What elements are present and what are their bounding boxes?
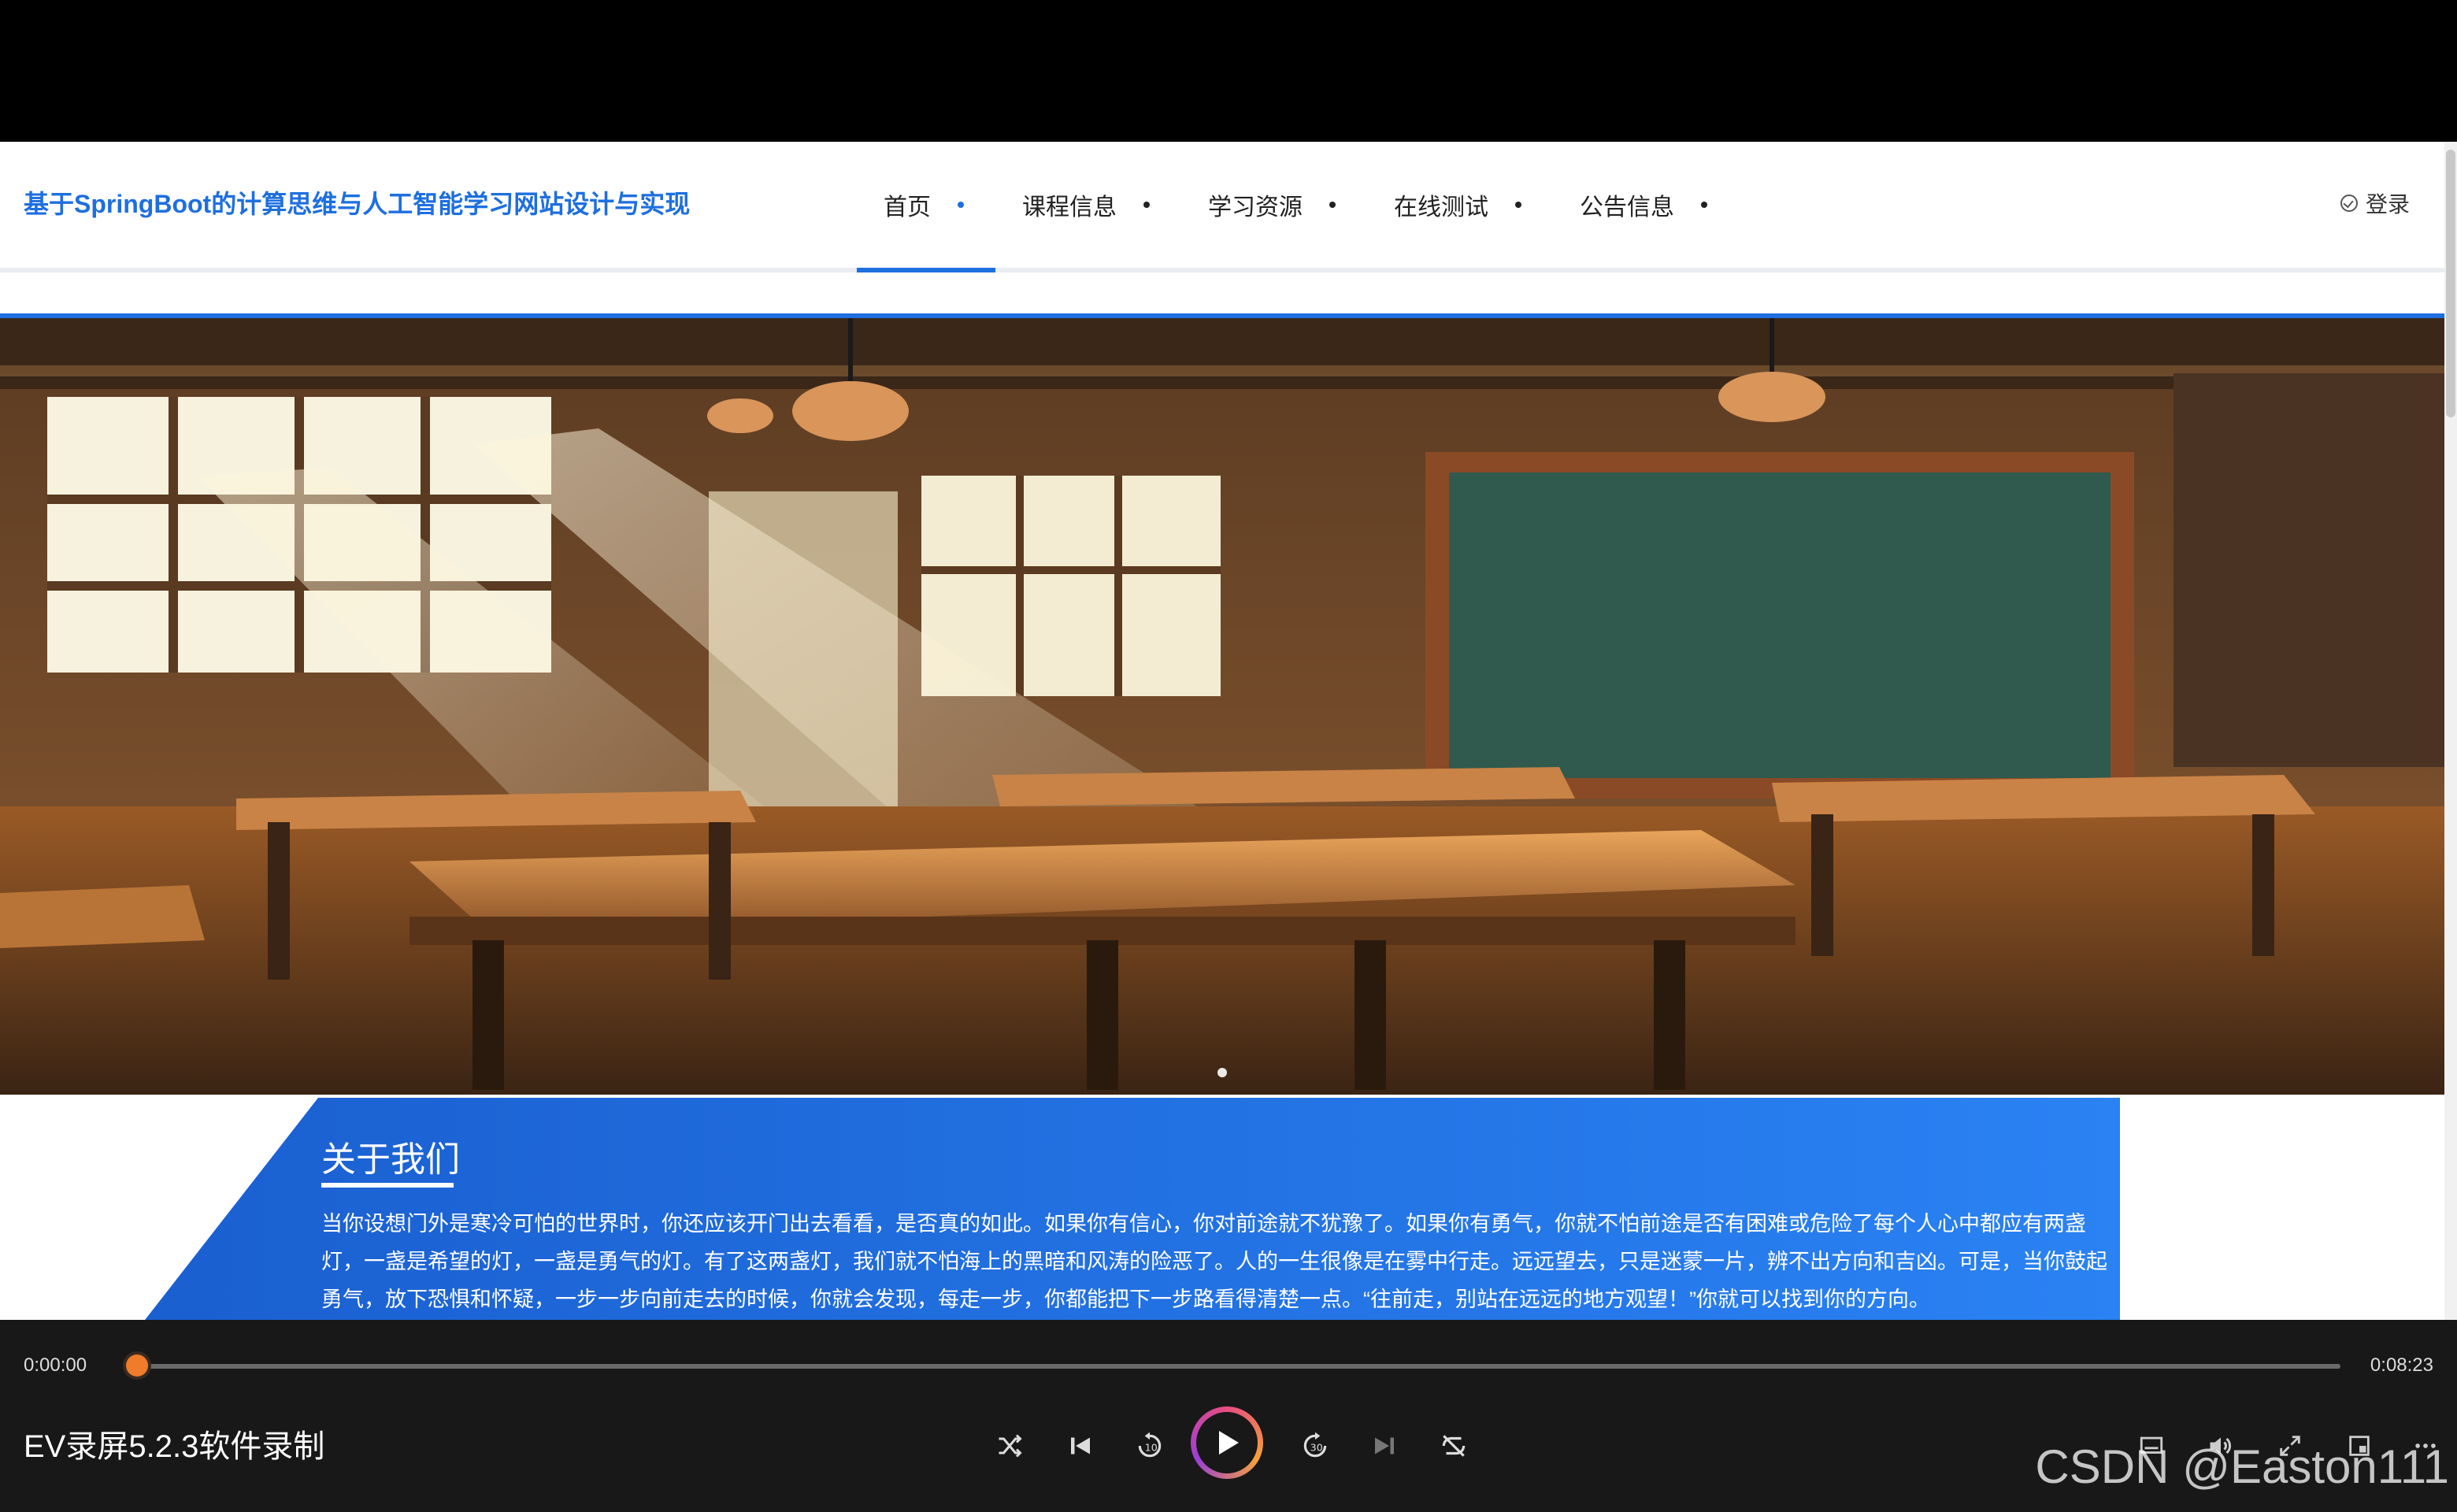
play-icon [1219, 1431, 1239, 1455]
menu-item-label: 学习资源 [1208, 195, 1303, 220]
menu-item-label: 公告信息 [1580, 195, 1674, 220]
progress-knob[interactable] [126, 1354, 148, 1377]
current-time: 0:00:00 [24, 1354, 87, 1376]
next-icon[interactable] [1369, 1430, 1400, 1462]
shuffle-icon[interactable] [994, 1430, 1025, 1462]
main-menu: 首页 课程信息 学习资源 在线测试 公告信息 [857, 142, 1739, 272]
scrollbar-thumb[interactable] [2446, 150, 2455, 417]
site-navbar: 基于SpringBoot的计算思维与人工智能学习网站设计与实现 首页 课程信息 … [0, 142, 2457, 272]
website-viewport: 基于SpringBoot的计算思维与人工智能学习网站设计与实现 首页 课程信息 … [0, 142, 2457, 1320]
menu-dot-icon [1329, 202, 1336, 208]
svg-text:30: 30 [1310, 1441, 1323, 1453]
hero-banner-classroom-image [0, 313, 2444, 1095]
login-button[interactable]: 登录 [2340, 187, 2410, 219]
menu-item-label: 首页 [884, 195, 931, 220]
classroom-illustration [0, 318, 2444, 1095]
menu-dot-icon [958, 202, 964, 208]
site-title: 基于SpringBoot的计算思维与人工智能学习网站设计与实现 [24, 190, 691, 218]
page-scrollbar[interactable] [2444, 142, 2457, 1320]
about-title: 关于我们 [321, 1140, 460, 1179]
rewind-10-icon[interactable]: 10 [1134, 1430, 1166, 1462]
menu-item-label: 课程信息 [1022, 195, 1117, 220]
menu-item-label: 在线测试 [1394, 195, 1488, 220]
total-time: 0:08:23 [2370, 1354, 2433, 1376]
forward-30-icon[interactable]: 30 [1299, 1430, 1331, 1462]
menu-dot-icon [1515, 202, 1521, 208]
menu-item-announcements[interactable]: 公告信息 [1553, 142, 1739, 268]
previous-icon[interactable] [1065, 1430, 1096, 1462]
play-button-inner [1196, 1412, 1258, 1473]
progress-track[interactable] [135, 1364, 2340, 1369]
watermark: CSDN @Easton111 [2035, 1440, 2449, 1493]
menu-item-courses[interactable]: 课程信息 [995, 142, 1181, 268]
check-circle-icon [2340, 195, 2358, 212]
repeat-off-icon[interactable] [1438, 1430, 1469, 1462]
menu-dot-icon [1701, 202, 1707, 208]
svg-text:10: 10 [1145, 1441, 1158, 1453]
top-black-bar [0, 0, 2457, 142]
menu-item-home[interactable]: 首页 [857, 142, 995, 272]
login-label: 登录 [2365, 192, 2410, 217]
about-text: 当你设想门外是寒冷可怕的世界时，你还应该开门出去看看，是否真的如此。如果你有信心… [321, 1212, 2107, 1311]
about-us-section: 关于我们 当你设想门外是寒冷可怕的世界时，你还应该开门出去看看，是否真的如此。如… [0, 1098, 2444, 1320]
recording-label: EV录屏5.2.3软件录制 [24, 1429, 325, 1464]
video-player-controls: 0:00:00 0:08:23 EV录屏5.2.3软件录制 10 30 CSDN… [0, 1320, 2457, 1512]
menu-dot-icon [1143, 202, 1150, 208]
menu-item-resources[interactable]: 学习资源 [1181, 142, 1367, 268]
play-button[interactable] [1191, 1406, 1263, 1479]
about-title-underline [321, 1183, 454, 1188]
menu-item-online-test[interactable]: 在线测试 [1367, 142, 1553, 268]
